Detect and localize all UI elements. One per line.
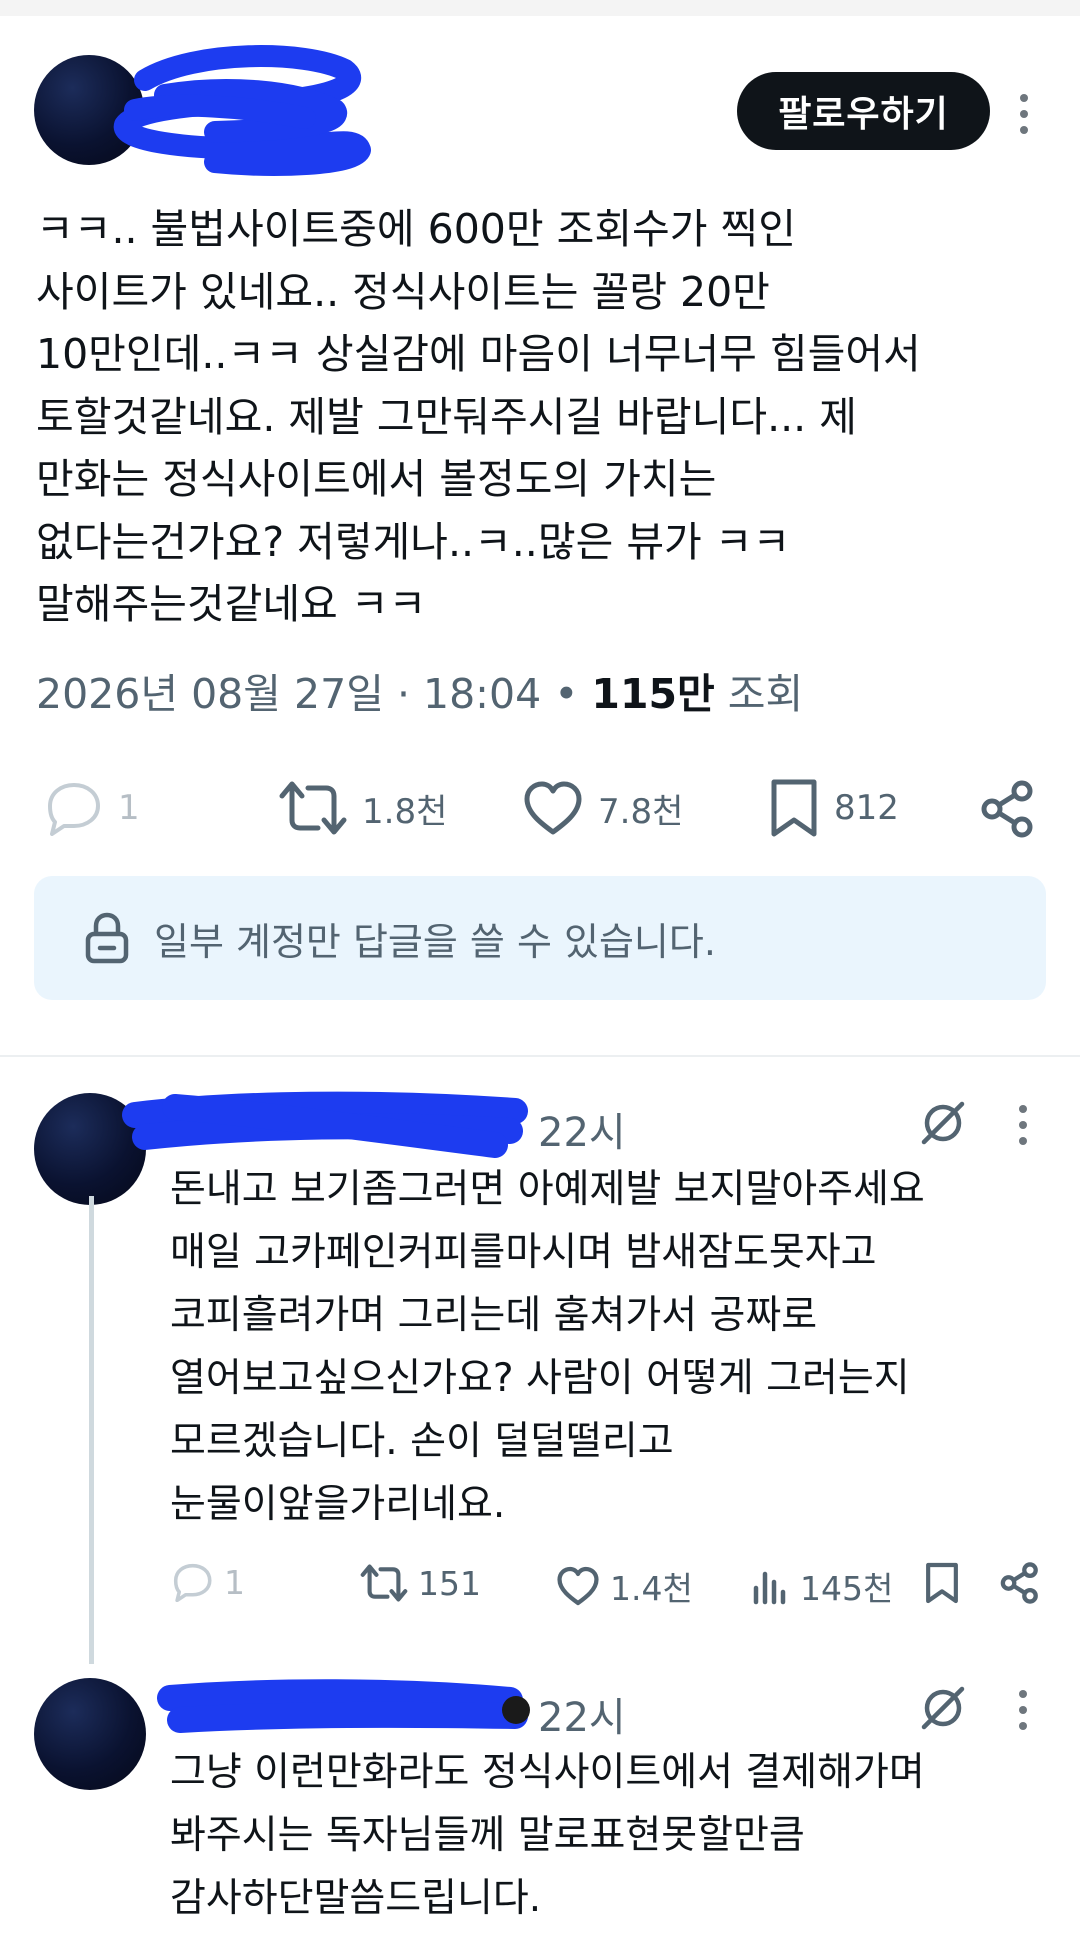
reply-reply-action[interactable]: 1 xyxy=(170,1562,245,1602)
reply-text: 그냥 이런만화라도 정식사이트에서 결제해가며 봐주시는 독자님들께 말로표현못… xyxy=(170,1750,925,1921)
like-icon xyxy=(557,1566,599,1606)
post-views-unit: 조회 xyxy=(714,670,804,718)
more-icon[interactable] xyxy=(1018,94,1030,134)
redacted-author-name xyxy=(113,45,371,176)
reply-action[interactable]: 1 xyxy=(42,780,140,836)
post-meta: 2026년 08월 27일 · 18:04 • 115만 조회 xyxy=(36,660,803,720)
bookmark-icon xyxy=(926,1562,958,1604)
reply-bookmark-action[interactable] xyxy=(924,1562,960,1604)
thread-line xyxy=(89,1196,94,1664)
reply-repost-count: 151 xyxy=(418,1563,481,1603)
repost-icon xyxy=(360,1564,408,1602)
reply-time: 22시 xyxy=(538,1110,626,1156)
share-action[interactable] xyxy=(980,780,1036,838)
reply-views-count: 145천 xyxy=(800,1569,894,1608)
repost-action[interactable]: 1.8천 xyxy=(278,778,447,838)
redacted-reply-author xyxy=(157,1679,530,1733)
like-count: 7.8천 xyxy=(598,791,684,832)
bookmark-count: 812 xyxy=(834,788,899,828)
reply-like-count: 1.4천 xyxy=(610,1569,693,1608)
bookmark-action[interactable]: 812 xyxy=(768,778,899,838)
lock-icon xyxy=(85,912,129,964)
share-icon xyxy=(1000,1562,1038,1604)
redacted-reply-author xyxy=(122,1091,528,1158)
reply-more-icon[interactable] xyxy=(1017,1105,1029,1145)
top-strip xyxy=(0,0,1080,16)
divider xyxy=(0,1055,1080,1057)
reply-repost-action[interactable]: 151 xyxy=(360,1562,481,1604)
like-action[interactable]: 7.8천 xyxy=(522,780,683,836)
reply-time: 22시 xyxy=(538,1695,626,1741)
follow-button[interactable]: 팔로우하기 xyxy=(737,72,990,150)
repost-icon xyxy=(279,781,347,835)
reply-text: 돈내고 보기좀그러면 아예제발 보지말아주세요 매일 고카페인커피를마시며 밤새… xyxy=(170,1167,925,1527)
bookmark-icon xyxy=(771,779,817,837)
reply-share-action[interactable] xyxy=(1000,1562,1040,1604)
reply-reply-count: 1 xyxy=(224,1562,245,1602)
share-icon xyxy=(981,780,1033,838)
grok-icon[interactable] xyxy=(918,1683,968,1733)
post-views-count: 115만 xyxy=(591,670,715,718)
reply-more-icon[interactable] xyxy=(1017,1690,1029,1730)
reply-avatar[interactable] xyxy=(34,1678,146,1790)
notice-text: 일부 계정만 답글을 쓸 수 있습니다. xyxy=(154,919,716,964)
reply-like-action[interactable]: 1.4천 xyxy=(556,1562,693,1610)
views-icon xyxy=(753,1571,786,1605)
reply-views-action[interactable]: 145천 xyxy=(750,1562,893,1610)
reply-icon xyxy=(173,1563,212,1602)
reply-count: 1 xyxy=(118,788,140,828)
reply-restriction-notice: 일부 계정만 답글을 쓸 수 있습니다. xyxy=(34,876,1046,1000)
post-date: 2026년 08월 27일 · 18:04 • xyxy=(36,670,592,718)
reply-icon xyxy=(48,783,100,836)
post-text: ㅋㅋ.. 불법사이트중에 600만 조회수가 찍인 사이트가 있네요.. 정식사… xyxy=(36,205,921,628)
grok-icon[interactable] xyxy=(918,1098,968,1148)
repost-count: 1.8천 xyxy=(362,791,448,832)
like-icon xyxy=(524,781,582,835)
